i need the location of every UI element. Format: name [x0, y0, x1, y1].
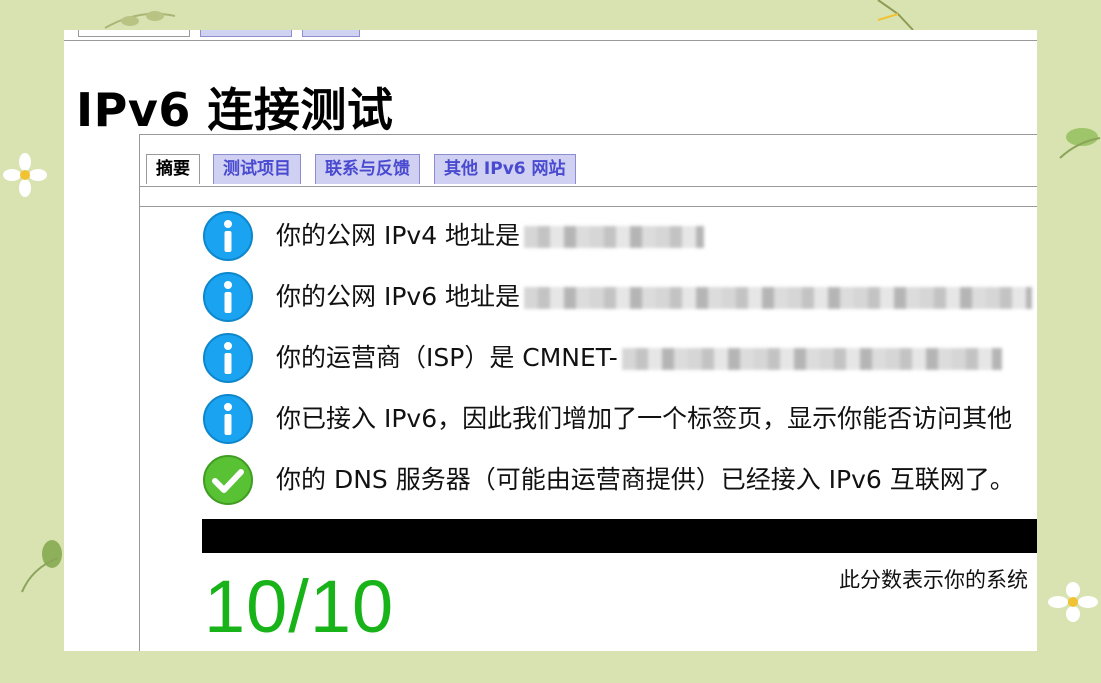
leaf-decoration-right: [1059, 128, 1101, 159]
info-icon: [203, 272, 253, 322]
result-ipv6-tab-added: 你已接入 IPv6，因此我们增加了一个标签页，显示你能否访问其他: [202, 393, 1037, 445]
branch-decoration-top-right: [877, 0, 914, 31]
tab-contact-feedback[interactable]: 联系与反馈: [315, 154, 420, 184]
result-text: 你的公网 IPv4 地址是: [276, 216, 705, 252]
info-icon: [203, 394, 253, 444]
info-icon: [203, 333, 253, 383]
tab-summary[interactable]: 摘要: [146, 154, 200, 184]
score-bar: [202, 519, 1037, 553]
redacted-value: [621, 348, 1002, 370]
top-tab-2[interactable]: [200, 30, 292, 37]
redacted-value: [524, 226, 705, 248]
check-icon: [203, 455, 253, 505]
result-dns-ipv6: 你的 DNS 服务器（可能由运营商提供）已经接入 IPv6 互联网了。: [202, 454, 1037, 506]
top-tab-1[interactable]: [78, 30, 190, 37]
top-tab-3[interactable]: [302, 30, 360, 37]
info-icon: [203, 211, 253, 261]
result-label: 你的运营商（ISP）是 CMNET-: [276, 343, 618, 372]
top-tabs-cropped: [64, 30, 1037, 41]
flower-decoration-right: [1048, 582, 1098, 622]
result-text: 你的 DNS 服务器（可能由运营商提供）已经接入 IPv6 互联网了。: [276, 465, 1015, 494]
result-text: 你已接入 IPv6，因此我们增加了一个标签页，显示你能否访问其他: [276, 404, 1013, 433]
result-label: 你的公网 IPv4 地址是: [276, 221, 521, 250]
score-value: 10/10: [204, 565, 395, 648]
tab-tests[interactable]: 测试项目: [213, 154, 301, 184]
flower-decoration-left: [3, 153, 47, 197]
result-isp: 你的运营商（ISP）是 CMNET-: [202, 332, 1037, 384]
result-ipv4-address: 你的公网 IPv4 地址是: [202, 210, 1037, 262]
content-divider: [140, 206, 1037, 207]
result-ipv6-address: 你的公网 IPv6 地址是: [202, 271, 1037, 323]
score-description: 此分数表示你的系统: [839, 568, 1028, 592]
browser-content-area: IPv6 连接测试 摘要 测试项目 联系与反馈 其他 IPv6 网站 你的公网 …: [64, 30, 1037, 651]
result-text: 你的运营商（ISP）是 CMNET-: [276, 338, 1002, 374]
result-label: 你的公网 IPv6 地址是: [276, 282, 521, 311]
result-text: 你的公网 IPv6 地址是: [276, 277, 1033, 313]
tab-divider: [140, 186, 1037, 187]
tab-other-ipv6-sites[interactable]: 其他 IPv6 网站: [434, 154, 576, 184]
page-title: IPv6 连接测试: [76, 83, 394, 137]
leaf-decoration-left: [21, 540, 62, 593]
redacted-value: [524, 287, 1033, 309]
